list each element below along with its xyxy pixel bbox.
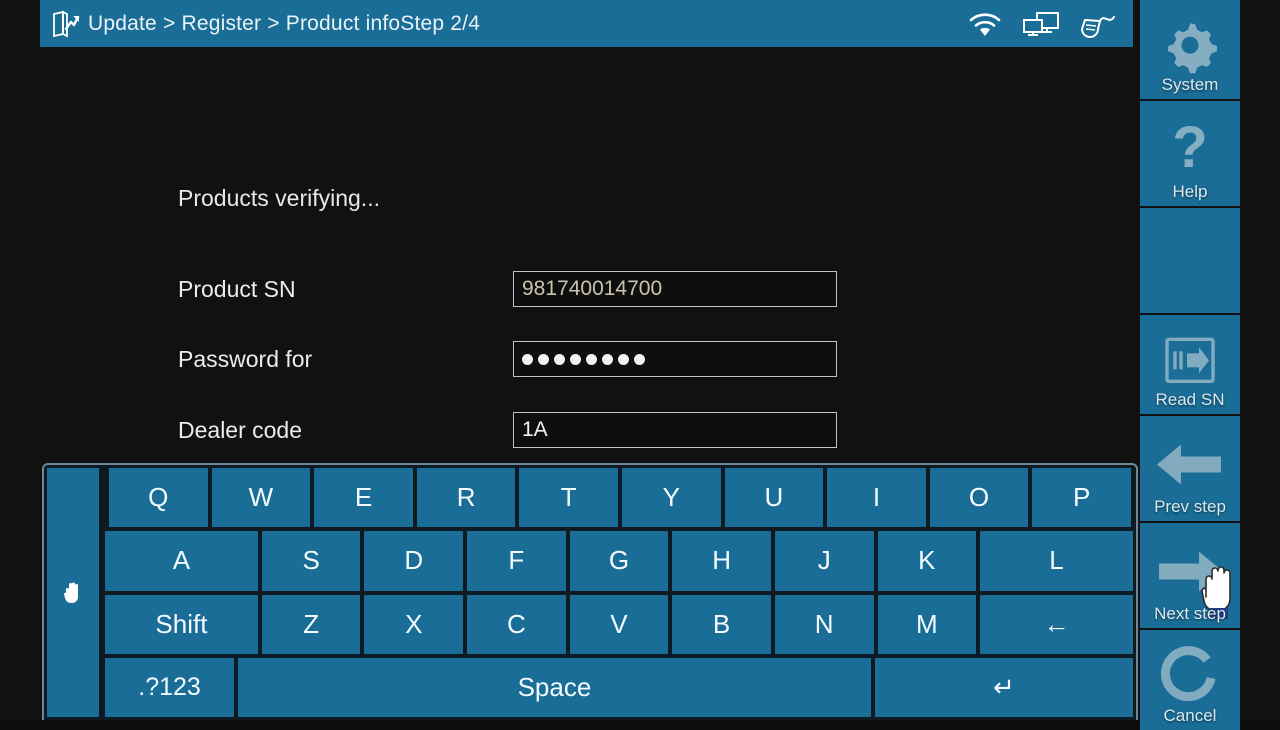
sidebar-item-read-sn-label: Read SN xyxy=(1155,390,1225,409)
sidebar-item-help[interactable]: ? Help xyxy=(1140,101,1240,206)
key-r[interactable]: R xyxy=(416,468,516,528)
hand-drag-icon xyxy=(61,580,85,606)
keyboard-row-3: Shift Z X C V B N M ← xyxy=(103,594,1133,654)
key-w[interactable]: W xyxy=(211,468,311,528)
read-sn-arrow-icon xyxy=(1140,331,1240,389)
arrow-left-icon xyxy=(1140,436,1240,492)
key-backspace[interactable]: ← xyxy=(980,594,1133,654)
product-sn-input[interactable]: 981740014700 xyxy=(513,271,837,307)
key-enter[interactable]: ↵ xyxy=(874,657,1133,717)
key-p[interactable]: P xyxy=(1032,468,1131,528)
key-k[interactable]: K xyxy=(877,531,977,591)
key-f[interactable]: F xyxy=(467,531,566,591)
key-d[interactable]: D xyxy=(364,531,464,591)
product-sn-label: Product SN xyxy=(178,275,296,302)
app-screen: Update > Register > Product infoStep 2/4 xyxy=(0,0,1280,730)
key-b[interactable]: B xyxy=(672,594,771,654)
virtual-keyboard: Q W E R T Y U I O P A S D F G H J K L Sh… xyxy=(42,463,1138,720)
key-x[interactable]: X xyxy=(364,594,464,654)
title-bar: Update > Register > Product infoStep 2/4 xyxy=(40,0,1133,47)
key-s[interactable]: S xyxy=(261,531,361,591)
keyboard-drag-handle[interactable] xyxy=(47,468,99,717)
network-monitors-icon xyxy=(1021,9,1061,39)
key-z[interactable]: Z xyxy=(261,594,361,654)
key-j[interactable]: J xyxy=(774,531,874,591)
form-row-password: Password for xyxy=(178,341,837,377)
key-g[interactable]: G xyxy=(569,531,669,591)
wifi-icon xyxy=(965,9,1005,39)
keyboard-row-2: A S D F G H J K L xyxy=(103,531,1133,591)
key-y[interactable]: Y xyxy=(621,468,721,528)
status-text: Products verifying... xyxy=(178,185,380,211)
right-sidebar: System ? Help Read SN Prev step Next ste… xyxy=(1140,0,1240,730)
key-h[interactable]: H xyxy=(672,531,771,591)
sidebar-item-system[interactable]: System xyxy=(1140,0,1240,99)
sidebar-item-read-sn[interactable]: Read SN xyxy=(1140,315,1240,414)
key-c[interactable]: C xyxy=(467,594,566,654)
key-m[interactable]: M xyxy=(877,594,977,654)
password-mask-dots xyxy=(522,353,645,365)
password-for-label: Password for xyxy=(178,345,313,372)
key-e[interactable]: E xyxy=(314,468,413,528)
breadcrumb: Update > Register > Product infoStep 2/4 xyxy=(88,11,481,35)
key-l[interactable]: L xyxy=(980,531,1133,591)
keyboard-row-4: .?123 Space ↵ xyxy=(103,657,1133,717)
key-symbols-numbers[interactable]: .?123 xyxy=(105,657,235,717)
form-row-product-sn: Product SN 981740014700 xyxy=(178,271,837,307)
password-for-input[interactable] xyxy=(513,341,837,377)
arrow-right-icon xyxy=(1140,543,1240,599)
question-mark-icon: ? xyxy=(1140,116,1240,180)
key-n[interactable]: N xyxy=(774,594,874,654)
document-chart-icon xyxy=(50,9,80,39)
sidebar-item-prev-step-label: Prev step xyxy=(1154,497,1226,516)
titlebar-status-icons xyxy=(965,9,1123,39)
main-form: Products verifying... Product SN 9817400… xyxy=(0,47,1140,448)
key-space[interactable]: Space xyxy=(238,657,871,717)
sidebar-item-help-label: Help xyxy=(1172,182,1208,201)
sidebar-item-system-label: System xyxy=(1161,75,1219,94)
key-shift[interactable]: Shift xyxy=(105,594,258,654)
key-a[interactable]: A xyxy=(105,531,258,591)
svg-text:?: ? xyxy=(1172,116,1207,179)
sidebar-item-empty[interactable] xyxy=(1140,208,1240,313)
dealer-code-input[interactable]: 1A xyxy=(513,412,837,448)
key-q[interactable]: Q xyxy=(109,468,208,528)
sidebar-item-prev-step[interactable]: Prev step xyxy=(1140,416,1240,521)
key-o[interactable]: O xyxy=(929,468,1029,528)
dealer-code-label: Dealer code xyxy=(178,416,303,443)
key-v[interactable]: V xyxy=(569,594,669,654)
key-t[interactable]: T xyxy=(519,468,618,528)
sidebar-item-cancel-label: Cancel xyxy=(1163,706,1217,725)
sidebar-item-next-step[interactable]: Next step xyxy=(1140,523,1240,628)
sidebar-item-cancel[interactable]: Cancel xyxy=(1140,630,1240,730)
keyboard-row-1: Q W E R T Y U I O P xyxy=(103,468,1133,528)
form-row-dealer-code: Dealer code 1A xyxy=(178,412,837,448)
refresh-c-icon xyxy=(1140,644,1240,706)
gear-icon xyxy=(1140,15,1240,75)
keyboard-rows: Q W E R T Y U I O P A S D F G H J K L Sh… xyxy=(103,468,1133,717)
sidebar-item-next-step-label: Next step xyxy=(1154,604,1226,623)
key-i[interactable]: I xyxy=(827,468,926,528)
key-u[interactable]: U xyxy=(724,468,824,528)
obd-connector-icon xyxy=(1077,9,1117,39)
